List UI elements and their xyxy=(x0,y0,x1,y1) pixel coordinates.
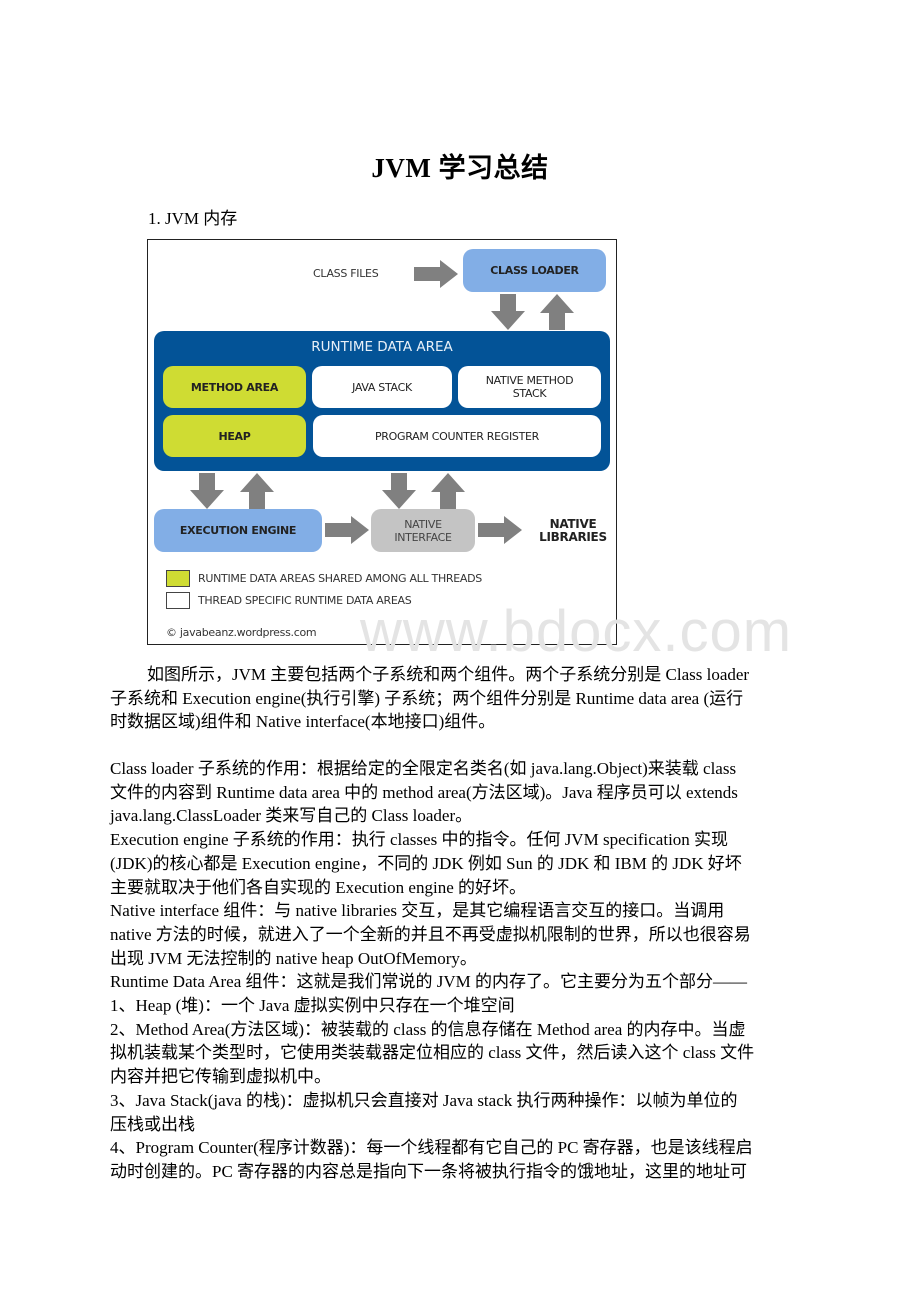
native-interface-line1: NATIVE xyxy=(404,517,442,531)
body-line: 3、Java Stack(java 的栈)：虚拟机只会直接对 Java stac… xyxy=(110,1090,738,1110)
method-area-box: METHOD AREA xyxy=(163,366,306,408)
native-libraries-label: NATIVE LIBRARIES xyxy=(533,511,613,551)
body-line: 动时创建的。PC 寄存器的内容总是指向下一条将被执行指令的饿地址，这里的地址可 xyxy=(110,1161,748,1181)
legend-label-thread: THREAD SPECIFIC RUNTIME DATA AREAS xyxy=(198,594,412,607)
class-loader-box: CLASS LOADER xyxy=(463,249,606,292)
body-line: (JDK)的核心都是 Execution engine，不同的 JDK 例如 S… xyxy=(110,853,742,873)
arrow-down-icon xyxy=(190,473,224,509)
native-libraries-line2: LIBRARIES xyxy=(539,530,607,544)
arrow-up-icon xyxy=(540,294,574,330)
heap-box: HEAP xyxy=(163,415,306,457)
body-line: 内容并把它传输到虚拟机中。 xyxy=(110,1067,331,1087)
java-stack-box: JAVA STACK xyxy=(312,366,452,408)
class-files-label: CLASS FILES xyxy=(313,267,379,280)
arrow-down-icon xyxy=(491,294,525,330)
runtime-data-area: RUNTIME DATA AREA METHOD AREA JAVA STACK… xyxy=(154,331,610,471)
body-line: Native interface 组件：与 native libraries 交… xyxy=(110,901,725,921)
body-line: java.lang.ClassLoader 类来写自己的 Class loade… xyxy=(110,806,473,826)
runtime-data-area-title: RUNTIME DATA AREA xyxy=(311,339,453,355)
body-line: Runtime Data Area 组件：这就是我们常说的 JVM 的内存了。它… xyxy=(110,972,747,992)
body-line: 文件的内容到 Runtime data area 中的 method area(… xyxy=(110,782,738,802)
body-line: 2、Method Area(方法区域)：被装载的 class 的信息存储在 Me… xyxy=(110,1019,746,1039)
native-interface-box: NATIVE INTERFACE xyxy=(371,509,475,552)
jvm-architecture-diagram: CLASS FILES CLASS LOADER RUNTIME DATA AR… xyxy=(147,239,617,645)
body-line: 1、Heap (堆)：一个 Java 虚拟实例中只存在一个堆空间 xyxy=(110,996,515,1016)
native-interface-line2: INTERFACE xyxy=(394,530,452,544)
program-counter-register-box: PROGRAM COUNTER REGISTER xyxy=(313,415,601,457)
legend-swatch-thread xyxy=(166,592,190,609)
body-line: 出现 JVM 无法控制的 native heap OutOfMemory。 xyxy=(110,948,477,968)
arrow-up-icon xyxy=(431,473,465,509)
legend-label-shared: RUNTIME DATA AREAS SHARED AMONG ALL THRE… xyxy=(198,572,482,585)
body-line: Class loader 子系统的作用：根据给定的全限定名类名(如 java.l… xyxy=(110,759,737,778)
intro-line: 如图所示，JVM 主要包括两个子系统和两个组件。两个子系统分别是 Class l… xyxy=(147,665,750,684)
document-title: JVM 学习总结 xyxy=(371,153,549,183)
body-line: Execution engine 子系统的作用：执行 classes 中的指令。… xyxy=(110,830,729,850)
execution-engine-box: EXECUTION ENGINE xyxy=(154,509,322,552)
arrow-down-icon xyxy=(382,473,416,509)
legend-swatch-shared xyxy=(166,570,190,587)
arrow-right-icon xyxy=(325,516,369,544)
arrow-right-icon xyxy=(414,260,458,288)
arrow-up-icon xyxy=(240,473,274,509)
body-line: 4、Program Counter(程序计数器)：每一个线程都有它自己的 PC … xyxy=(110,1138,753,1158)
body-line: 主要就取决于他们各自实现的 Execution engine 的好坏。 xyxy=(110,877,526,897)
intro-line: 子系统和 Execution engine(执行引擎) 子系统；两个组件分别是 … xyxy=(110,688,744,708)
native-method-stack-line2: STACK xyxy=(512,387,547,400)
native-method-stack-box: NATIVE METHOD STACK xyxy=(458,366,601,408)
body-line: 压栈或出栈 xyxy=(110,1114,195,1134)
arrow-right-icon xyxy=(478,516,522,544)
body-text: Class loader 子系统的作用：根据给定的全限定名类名(如 java.l… xyxy=(110,757,810,1184)
native-method-stack-line1: NATIVE METHOD xyxy=(485,374,574,387)
body-line: native 方法的时候，就进入了一个全新的并且不再受虚拟机限制的世界，所以也很… xyxy=(110,924,751,944)
section-heading: 1. JVM 内存 xyxy=(148,209,238,228)
intro-paragraph: 如图所示，JVM 主要包括两个子系统和两个组件。两个子系统分别是 Class l… xyxy=(110,663,810,734)
intro-line: 时数据区域)组件和 Native interface(本地接口)组件。 xyxy=(110,712,496,732)
diagram-credit: © javabeanz.wordpress.com xyxy=(166,626,317,639)
body-line: 拟机装载某个类型时，它使用类装载器定位相应的 class 文件，然后读入这个 c… xyxy=(110,1043,755,1063)
